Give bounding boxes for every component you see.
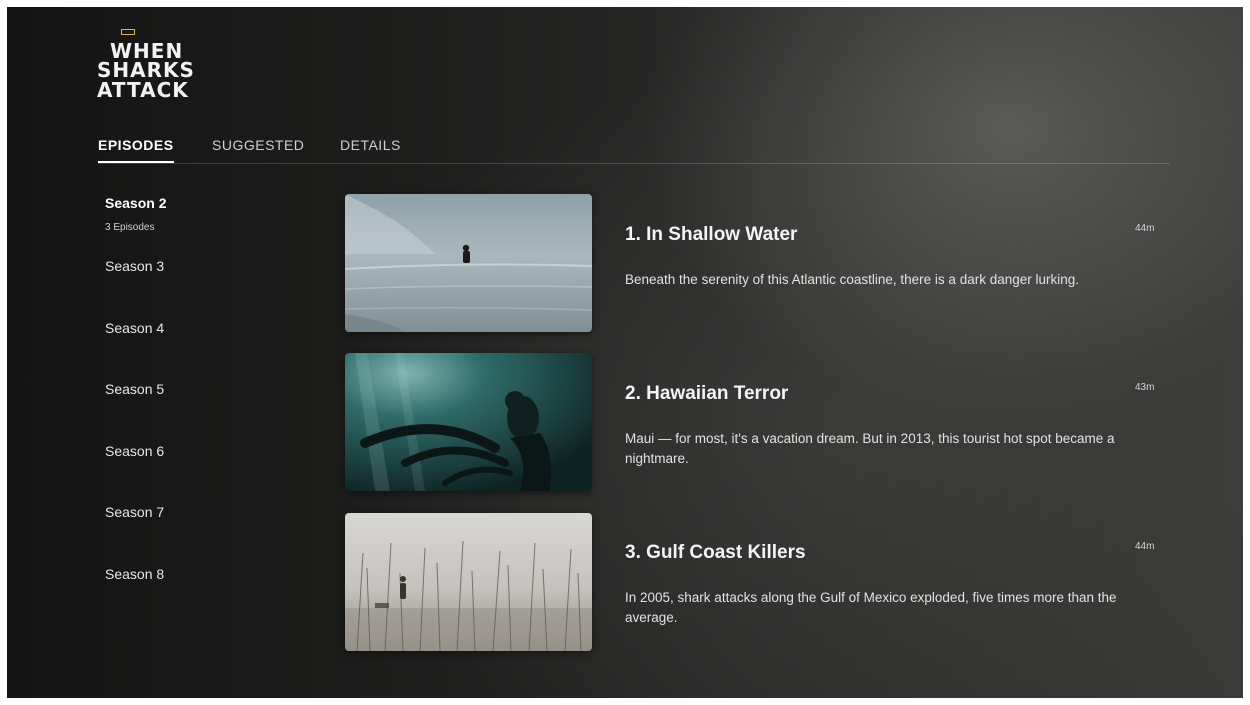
season-item-6[interactable]: Season 6 — [105, 443, 164, 459]
season-item-4[interactable]: Season 4 — [105, 320, 164, 336]
episode-1-description: Beneath the serenity of this Atlantic co… — [625, 272, 1080, 287]
tab-bar: EPISODES SUGGESTED DETAILS — [98, 137, 1170, 164]
episode-1-thumbnail[interactable] — [345, 194, 592, 332]
episode-3-title[interactable]: 3. Gulf Coast Killers — [625, 542, 806, 564]
episode-1-title[interactable]: 1. In Shallow Water — [625, 224, 797, 246]
show-logo: WHEN SHARKS ATTACK — [97, 27, 207, 112]
underwater-image — [345, 353, 592, 491]
tab-details[interactable]: DETAILS — [340, 137, 401, 153]
season-item-3[interactable]: Season 3 — [105, 258, 164, 274]
tab-episodes[interactable]: EPISODES — [98, 137, 174, 163]
season-item-7[interactable]: Season 7 — [105, 504, 164, 520]
episode-3-thumbnail[interactable] — [345, 513, 592, 651]
season-item-5[interactable]: Season 5 — [105, 381, 164, 397]
marsh-image — [345, 513, 592, 651]
tab-suggested[interactable]: SUGGESTED — [212, 137, 304, 153]
episode-2-thumbnail[interactable] — [345, 353, 592, 491]
episode-2-title[interactable]: 2. Hawaiian Terror — [625, 383, 788, 405]
season-item-2[interactable]: Season 2 — [105, 195, 166, 211]
logo-line-2: SHARKS — [97, 58, 195, 82]
episode-3-duration: 44m — [1135, 541, 1155, 552]
logo-line-3: ATTACK — [97, 78, 189, 102]
brand-mark — [121, 29, 135, 35]
episode-1-duration: 44m — [1135, 223, 1155, 234]
episode-2-description: Maui — for most, it's a vacation dream. … — [625, 431, 1115, 466]
season-item-8[interactable]: Season 8 — [105, 566, 164, 582]
episode-2-duration: 43m — [1135, 382, 1155, 393]
episode-3-description: In 2005, shark attacks along the Gulf of… — [625, 590, 1117, 625]
screen: WHEN SHARKS ATTACK EPISODES SUGGESTED DE… — [7, 7, 1243, 698]
surfer-image — [345, 194, 592, 332]
season-episode-count: 3 Episodes — [105, 222, 155, 233]
